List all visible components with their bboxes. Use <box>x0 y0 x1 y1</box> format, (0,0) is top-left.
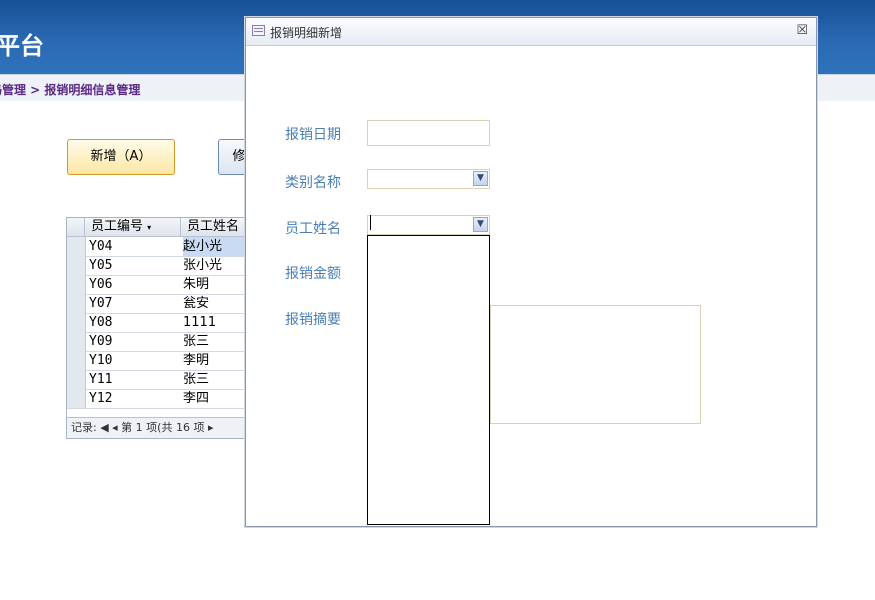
chevron-down-icon[interactable]: ▼ <box>473 171 488 186</box>
row-selector[interactable] <box>67 370 86 389</box>
employee-name-label: 员工姓名 <box>285 221 341 237</box>
summary-label: 报销摘要 <box>285 312 341 328</box>
close-icon[interactable]: ☒ <box>796 23 808 38</box>
employee-id-cell[interactable]: Y05 <box>89 256 112 275</box>
table-row[interactable]: Y12 李四 <box>67 389 247 409</box>
column-header-employee-name[interactable]: 员工姓名 <box>181 218 247 236</box>
form-icon <box>252 25 265 36</box>
employee-name-cell[interactable]: 1111 <box>183 313 247 332</box>
row-selector[interactable] <box>67 332 86 351</box>
chevron-down-icon[interactable]: ▼ <box>473 217 488 232</box>
breadcrumb: 码管理 > 报销明细信息管理 <box>0 83 141 97</box>
record-navigator: 记录: ◀ ◂ 第 1 项(共 16 项 ▸ <box>67 417 247 438</box>
employee-name-cell[interactable]: 张三 <box>183 370 247 389</box>
table-row[interactable]: Y04 赵小光 <box>67 237 247 257</box>
app-title: 平台 <box>0 32 44 60</box>
row-selector[interactable] <box>67 351 86 370</box>
employee-name-cell[interactable]: 瓮安 <box>183 294 247 313</box>
expense-date-label: 报销日期 <box>285 127 341 143</box>
category-select[interactable]: ▼ <box>367 169 490 189</box>
dialog-titlebar[interactable]: 报销明细新增 ☒ <box>246 18 816 46</box>
row-selector[interactable] <box>67 237 86 256</box>
table-row[interactable]: Y10 李明 <box>67 351 247 371</box>
employee-name-cell[interactable]: 赵小光 <box>183 237 247 256</box>
table-row[interactable]: Y07 瓮安 <box>67 294 247 314</box>
employee-id-cell[interactable]: Y08 <box>89 313 112 332</box>
grid-header: 员工编号 ▾ 员工姓名 <box>67 218 247 237</box>
employee-id-cell[interactable]: Y04 <box>89 237 112 256</box>
category-label: 类别名称 <box>285 175 341 191</box>
table-row[interactable]: Y11 张三 <box>67 370 247 390</box>
expense-date-input[interactable] <box>367 120 490 146</box>
table-row[interactable]: Y09 张三 <box>67 332 247 352</box>
summary-textarea[interactable] <box>490 305 701 424</box>
employee-name-cell[interactable]: 朱明 <box>183 275 247 294</box>
employee-name-select[interactable]: ▼ <box>367 215 490 235</box>
text-caret <box>370 215 371 230</box>
employee-dropdown-list[interactable] <box>367 235 490 525</box>
employee-id-cell[interactable]: Y11 <box>89 370 112 389</box>
table-row[interactable]: Y08 1111 <box>67 313 247 333</box>
record-nav-text[interactable]: 记录: ◀ ◂ 第 1 项(共 16 项 ▸ <box>71 421 213 434</box>
employee-grid: 员工编号 ▾ 员工姓名 Y04 赵小光 Y05 张小光 Y06 朱明 Y07 瓮安 Y08 111… <box>66 217 248 439</box>
employee-id-cell[interactable]: Y10 <box>89 351 112 370</box>
employee-id-cell[interactable]: Y12 <box>89 389 112 408</box>
employee-id-cell[interactable]: Y07 <box>89 294 112 313</box>
add-button[interactable]: 新增（A） <box>67 139 175 175</box>
table-row[interactable]: Y05 张小光 <box>67 256 247 276</box>
column-header-employee-id[interactable]: 员工编号 ▾ <box>85 218 181 236</box>
employee-name-cell[interactable]: 张三 <box>183 332 247 351</box>
employee-name-cell[interactable]: 李明 <box>183 351 247 370</box>
row-selector[interactable] <box>67 256 86 275</box>
amount-label: 报销金额 <box>285 266 341 282</box>
select-all-corner[interactable] <box>67 218 85 236</box>
employee-name-cell[interactable]: 张小光 <box>183 256 247 275</box>
employee-id-cell[interactable]: Y06 <box>89 275 112 294</box>
row-selector[interactable] <box>67 275 86 294</box>
row-selector[interactable] <box>67 389 86 408</box>
dialog-title: 报销明细新增 <box>270 26 343 40</box>
row-selector[interactable] <box>67 294 86 313</box>
employee-name-cell[interactable]: 李四 <box>183 389 247 408</box>
table-row[interactable]: Y06 朱明 <box>67 275 247 295</box>
sort-dropdown-icon[interactable]: ▾ <box>147 223 151 232</box>
employee-id-cell[interactable]: Y09 <box>89 332 112 351</box>
row-selector[interactable] <box>67 313 86 332</box>
